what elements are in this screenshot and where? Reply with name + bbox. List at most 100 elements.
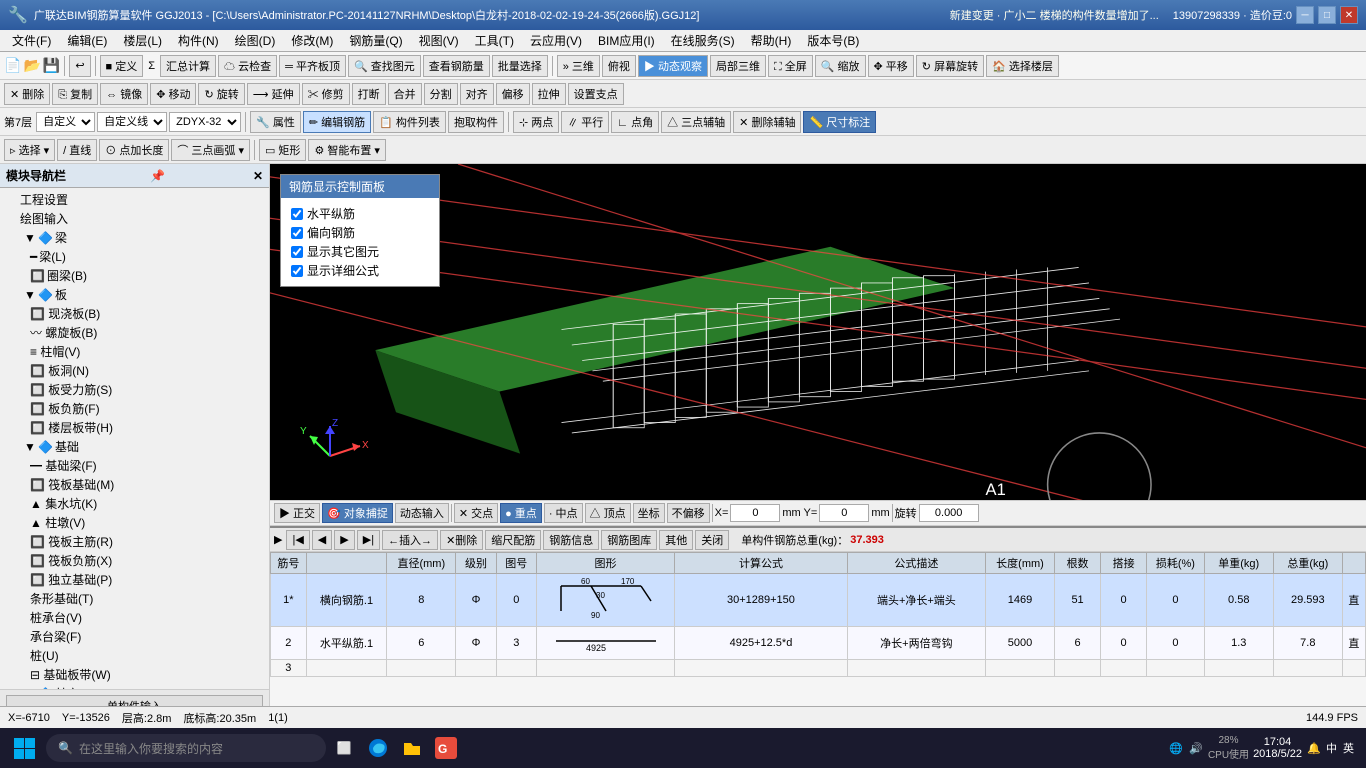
slab-expand-icon[interactable]: ▼ — [24, 288, 36, 302]
x-input[interactable] — [730, 504, 780, 522]
batch-select-button[interactable]: 批量选择 — [492, 55, 548, 77]
screen-rotate-button[interactable]: ↻ 屏幕旋转 — [916, 55, 984, 77]
insert-button[interactable]: ←插入→ — [382, 530, 438, 550]
rotate-input[interactable] — [919, 504, 979, 522]
nav-prev-button[interactable]: ◀ — [312, 530, 332, 550]
network-icon[interactable]: 🌐 — [1168, 740, 1184, 756]
set-pivot-button[interactable]: 设置支点 — [568, 83, 624, 105]
sidebar-item-slab-hole[interactable]: 🔲 板洞(N) — [2, 361, 267, 380]
table-row[interactable]: 3 — [271, 660, 1366, 677]
nav-next-button[interactable]: ▶ — [334, 530, 354, 550]
properties-button[interactable]: 🔧 属性 — [250, 111, 301, 133]
sidebar-item-foundation-beam[interactable]: ━ 基础梁(F) — [2, 456, 267, 475]
nav-first-button[interactable]: |◀ — [286, 530, 309, 550]
beam-expand-icon[interactable]: ▼ — [24, 231, 36, 245]
sidebar-item-cap-beam[interactable]: 承台梁(F) — [2, 627, 267, 646]
sidebar-item-cast-slab[interactable]: 🔲 现浇板(B) — [2, 304, 267, 323]
rotate-button[interactable]: ↻ 旋转 — [198, 83, 244, 105]
rebar-info-button[interactable]: 钢筋信息 — [543, 530, 599, 550]
smart-layout-button[interactable]: ⚙ 智能布置 ▾ — [308, 139, 386, 161]
coordinate-button[interactable]: 坐标 — [633, 503, 665, 523]
sidebar-item-strip-foundation[interactable]: 条形基础(T) — [2, 589, 267, 608]
sidebar-item-pile-cap[interactable]: 桩承台(V) — [2, 608, 267, 627]
mirror-button[interactable]: ⇔ 镜像 — [100, 83, 148, 105]
offset-button[interactable]: 偏移 — [496, 83, 530, 105]
sidebar-item-project-settings[interactable]: 工程设置 — [2, 190, 267, 209]
table-row[interactable]: 2 水平纵筋.1 6 Φ 3 49 — [271, 627, 1366, 660]
sidebar-item-foundation-band[interactable]: ⊟ 基础板带(W) — [2, 665, 267, 684]
three-point-axis-button[interactable]: △ 三点辅轴 — [661, 111, 731, 133]
midpoint-main-button[interactable]: ● 重点 — [500, 503, 542, 523]
line-tool-button[interactable]: / 直线 — [57, 139, 97, 161]
merge-button[interactable]: 合并 — [388, 83, 422, 105]
menu-bim[interactable]: BIM应用(I) — [590, 30, 663, 51]
dynamic-observe-button[interactable]: ▶ 动态观察 — [638, 55, 708, 77]
midpoint-button[interactable]: · 中点 — [544, 503, 583, 523]
zdyx-select[interactable]: ZDYX-32 — [169, 112, 241, 132]
break-button[interactable]: 打断 — [352, 83, 386, 105]
scale-layout-button[interactable]: 缩尺配筋 — [485, 530, 541, 550]
menu-rebar-qty[interactable]: 钢筋量(Q) — [341, 30, 410, 51]
no-offset-button[interactable]: 不偏移 — [667, 503, 710, 523]
horizontal-rebar-checkbox[interactable] — [291, 208, 303, 220]
bias-rebar-checkbox[interactable] — [291, 227, 303, 239]
two-point-button[interactable]: ⊹ 两点 — [513, 111, 559, 133]
sidebar-item-drawing-input[interactable]: 绘图输入 — [2, 209, 267, 228]
sidebar-item-sump[interactable]: ▲ 集水坑(K) — [2, 494, 267, 513]
bottom-delete-button[interactable]: ✕删除 — [440, 530, 483, 550]
dynamic-input-button[interactable]: 动态输入 — [395, 503, 449, 523]
sidebar-pin-icon[interactable]: 📌 — [150, 169, 165, 183]
sidebar-item-beam[interactable]: ━ 梁(L) — [2, 247, 267, 266]
dimension-button[interactable]: 📏 尺寸标注 — [803, 111, 876, 133]
nav-last-button[interactable]: ▶| — [357, 530, 380, 550]
point-length-button[interactable]: ⊙ 点加长度 — [99, 139, 169, 161]
sidebar-item-foundation-group[interactable]: ▼ 🔷 基础 — [2, 437, 267, 456]
y-input[interactable] — [819, 504, 869, 522]
menu-floor[interactable]: 楼层(L) — [115, 30, 170, 51]
find-element-button[interactable]: 🔍 查找图元 — [348, 55, 421, 77]
sidebar-item-raft-main-rebar[interactable]: 🔲 筏板主筋(R) — [2, 532, 267, 551]
cloud-check-button[interactable]: ☁ 云检查 — [218, 55, 277, 77]
menu-tools[interactable]: 工具(T) — [467, 30, 522, 51]
sidebar-item-beam-group[interactable]: ▼ 🔷 梁 — [2, 228, 267, 247]
vertex-button[interactable]: △ 顶点 — [585, 503, 631, 523]
sidebar-item-slab-neg-rebar[interactable]: 🔲 板负筋(F) — [2, 399, 267, 418]
minimize-button[interactable]: ─ — [1296, 6, 1314, 24]
sidebar-item-spiral-slab[interactable]: 〰 螺旋板(B) — [2, 323, 267, 342]
foundation-expand-icon[interactable]: ▼ — [24, 440, 36, 454]
menu-help[interactable]: 帮助(H) — [743, 30, 800, 51]
sidebar-item-slab-stress-rebar[interactable]: 🔲 板受力筋(S) — [2, 380, 267, 399]
line-type-select[interactable]: 自定义线 — [97, 112, 167, 132]
sidebar-close-icon[interactable]: ✕ — [253, 169, 263, 183]
sidebar-item-column-cap[interactable]: ≡ 柱帽(V) — [2, 342, 267, 361]
close-button[interactable]: ✕ — [1340, 6, 1358, 24]
app-glodon-icon[interactable]: G — [430, 732, 462, 764]
arc-tool-button[interactable]: ⌒ 三点画弧 ▾ — [171, 139, 250, 161]
sidebar-item-raft[interactable]: 🔲 筏板基础(M) — [2, 475, 267, 494]
edge-icon[interactable] — [362, 732, 394, 764]
trim-button[interactable]: ✂ 修剪 — [302, 83, 350, 105]
folder-icon[interactable] — [396, 732, 428, 764]
start-button[interactable] — [4, 729, 44, 767]
undo-button[interactable]: ↩ — [69, 55, 90, 77]
detail-formula-checkbox[interactable] — [291, 265, 303, 277]
total-calc-button[interactable]: 汇总计算 — [160, 55, 216, 77]
other-button[interactable]: 其他 — [659, 530, 693, 550]
stretch-button[interactable]: 拉伸 — [532, 83, 566, 105]
split-button[interactable]: 分割 — [424, 83, 458, 105]
sidebar-item-isolated-foundation[interactable]: 🔲 独立基础(P) — [2, 570, 267, 589]
sidebar-item-floor-band[interactable]: 🔲 楼层板带(H) — [2, 418, 267, 437]
menu-online[interactable]: 在线服务(S) — [663, 30, 743, 51]
fullscreen-button[interactable]: ⛶ 全屏 — [768, 55, 813, 77]
intersection-button[interactable]: ✕ 交点 — [454, 503, 498, 523]
parallel-button[interactable]: ∥ 平行 — [561, 111, 609, 133]
delete-axis-button[interactable]: ✕ 删除辅轴 — [733, 111, 801, 133]
snap-button[interactable]: 🎯 对象捕捉 — [322, 503, 393, 523]
volume-icon[interactable]: 🔊 — [1188, 740, 1204, 756]
menu-draw[interactable]: 绘图(D) — [227, 30, 284, 51]
rect-tool-button[interactable]: ▭ 矩形 — [259, 139, 306, 161]
menu-cloud[interactable]: 云应用(V) — [522, 30, 590, 51]
3d-button[interactable]: » 三维 — [557, 55, 600, 77]
select-tool-button[interactable]: ▹ 选择 ▾ — [4, 139, 55, 161]
edit-rebar-button[interactable]: ✏ 编辑钢筋 — [303, 111, 371, 133]
